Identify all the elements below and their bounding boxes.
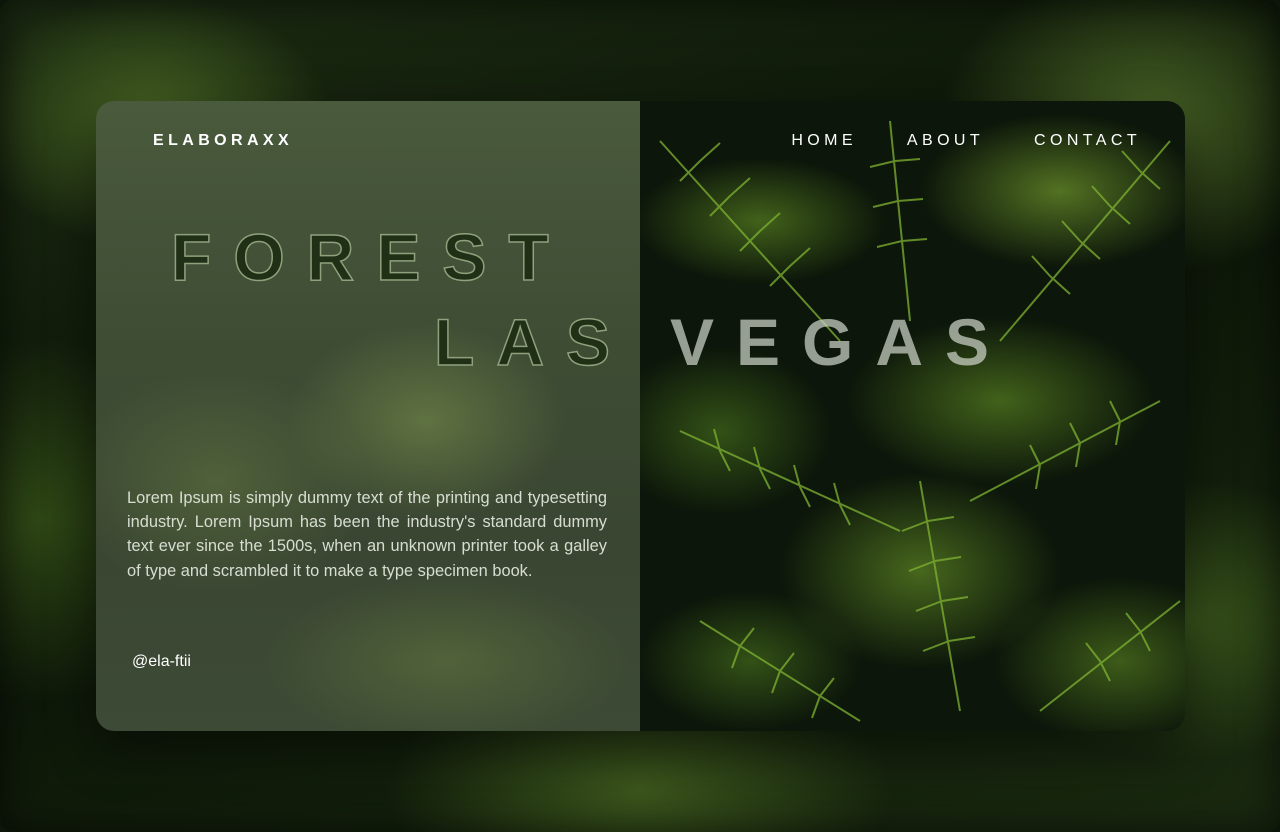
headline-las: LAS: [433, 305, 632, 379]
top-nav: HOME ABOUT CONTACT: [791, 132, 1141, 150]
headline-forest: FOREST: [170, 220, 571, 294]
nav-about-link[interactable]: ABOUT: [907, 132, 984, 150]
page-background: ELABORAXX HOME ABOUT CONTACT FOREST LAS …: [0, 0, 1280, 832]
brand-logo[interactable]: ELABORAXX: [153, 132, 293, 150]
headline-vegas: VEGAS: [670, 305, 1012, 379]
nav-home-link[interactable]: HOME: [791, 132, 857, 150]
description-text: Lorem Ipsum is simply dummy text of the …: [127, 489, 607, 580]
fern-illustration: [659, 120, 1181, 722]
glass-panel: [96, 101, 640, 731]
fern-photo: [640, 101, 1185, 731]
hero-card: ELABORAXX HOME ABOUT CONTACT FOREST LAS …: [96, 101, 1185, 731]
nav-contact-link[interactable]: CONTACT: [1034, 132, 1141, 150]
social-handle[interactable]: @ela-ftii: [132, 653, 191, 671]
